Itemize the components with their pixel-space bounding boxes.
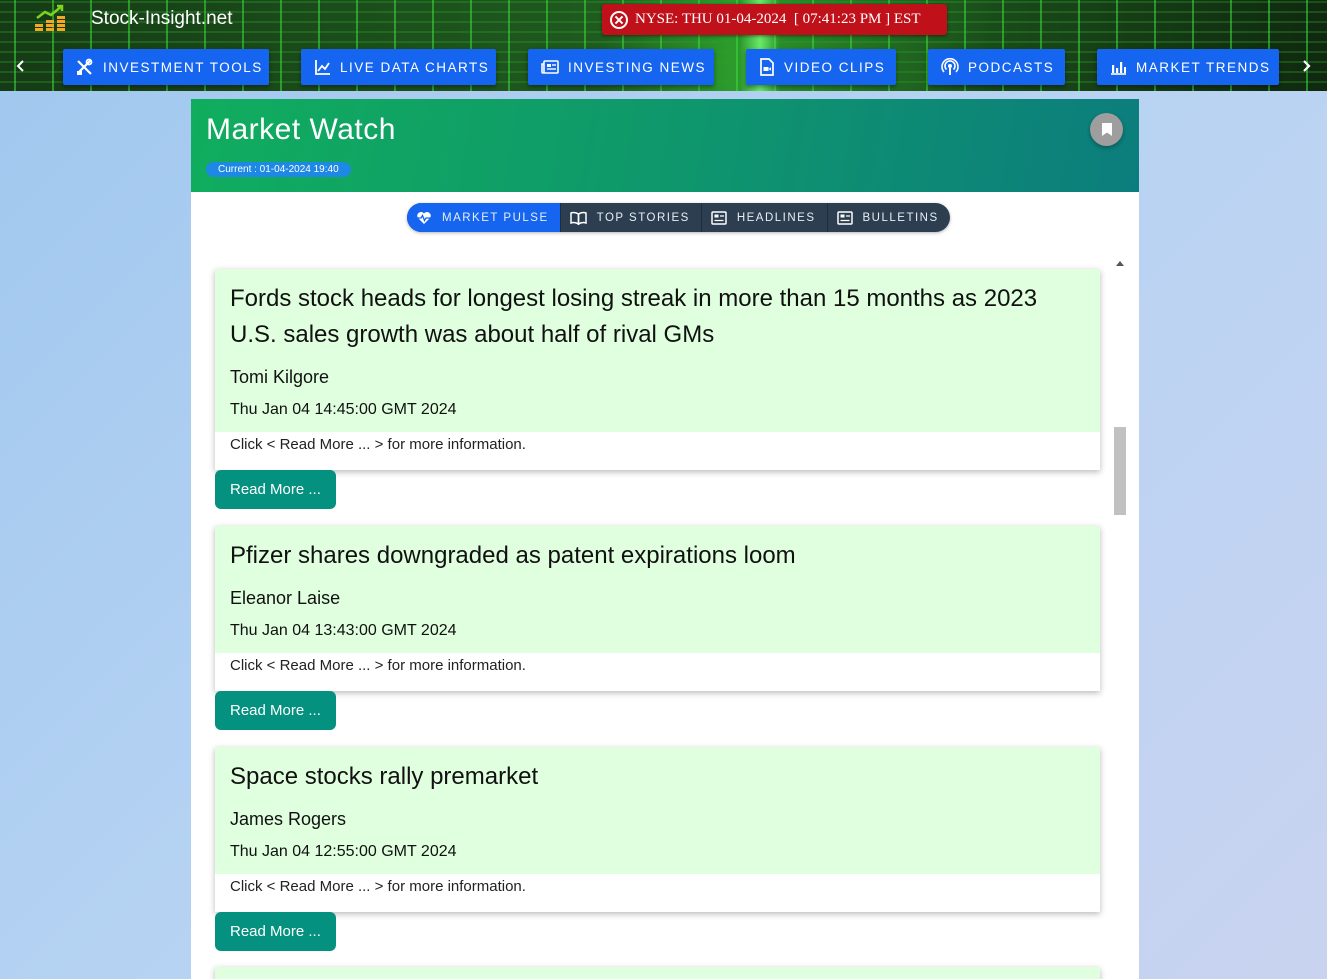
- current-timestamp-badge: Current : 01-04-2024 19:40: [206, 162, 351, 177]
- book-open-icon: [569, 211, 587, 225]
- top-bar: Stock-Insight.net NYSE: THU 01-04-2024 […: [0, 0, 1327, 91]
- nav-video-clips[interactable]: VIDEO CLIPS: [746, 49, 896, 85]
- news-card: Fords stock heads for longest losing str…: [215, 269, 1100, 470]
- card-header: Market Watch Current : 01-04-2024 19:40: [191, 99, 1139, 192]
- read-more-button[interactable]: Read More ...: [215, 691, 336, 730]
- tools-icon: [77, 58, 93, 75]
- tab-label: MARKET PULSE: [442, 211, 549, 224]
- news-title: Pfizer shares downgraded as patent expir…: [230, 542, 796, 569]
- article-icon: [711, 210, 727, 225]
- nav-label: INVESTING NEWS: [568, 59, 707, 75]
- bookmark-button[interactable]: [1090, 113, 1123, 146]
- bookmark-icon: [1101, 123, 1112, 136]
- news-title: Space stocks rally premarket: [230, 763, 539, 790]
- news-note: Click < Read More ... > for more informa…: [215, 653, 1100, 691]
- news-author: Tomi Kilgore: [230, 367, 330, 387]
- tab-label: TOP STORIES: [596, 211, 690, 224]
- tab-bulletins[interactable]: BULLETINS: [828, 203, 950, 232]
- scroll-up-arrow-icon[interactable]: [1116, 261, 1124, 266]
- brand-name[interactable]: Stock-Insight.net: [91, 8, 233, 30]
- news-tabs: MARKET PULSE TOP STORIES HEADLINES BULLE…: [407, 203, 950, 232]
- news-item-partial: [215, 967, 1100, 979]
- read-more-button[interactable]: Read More ...: [215, 912, 336, 951]
- read-more-button[interactable]: Read More ...: [215, 470, 336, 509]
- market-closed-icon: [610, 10, 628, 29]
- nav-label: PODCASTS: [968, 59, 1055, 75]
- news-date: Thu Jan 04 14:45:00 GMT 2024: [230, 401, 457, 418]
- market-clock: NYSE: THU 01-04-2024 [ 07:41:23 PM ] EST: [602, 4, 947, 35]
- news-card: Pfizer shares downgraded as patent expir…: [215, 526, 1100, 691]
- nav-live-data-charts[interactable]: LIVE DATA CHARTS: [301, 49, 496, 85]
- line-chart-icon: [315, 59, 330, 75]
- nav-label: MARKET TRENDS: [1136, 59, 1271, 75]
- tab-label: HEADLINES: [736, 211, 816, 224]
- news-card: Space stocks rally premarket James Roger…: [215, 747, 1100, 912]
- news-date: Thu Jan 04 12:55:00 GMT 2024: [230, 843, 457, 860]
- bar-chart-icon: [1111, 62, 1126, 75]
- clock-text: NYSE: THU 01-04-2024 [ 07:41:23 PM ] EST: [635, 11, 921, 27]
- news-item: Fords stock heads for longest losing str…: [215, 269, 1100, 509]
- nav-investment-tools[interactable]: INVESTMENT TOOLS: [63, 49, 269, 85]
- nav-podcasts[interactable]: PODCASTS: [928, 49, 1065, 85]
- nav-next-arrow-icon[interactable]: [1300, 58, 1314, 74]
- tab-top-stories[interactable]: TOP STORIES: [561, 203, 702, 232]
- news-title: Fords stock heads for longest losing str…: [230, 285, 1038, 348]
- heart-pulse-icon: [417, 211, 431, 224]
- nav-label: LIVE DATA CHARTS: [340, 59, 490, 75]
- nav-label: VIDEO CLIPS: [784, 59, 886, 75]
- nav-market-trends[interactable]: MARKET TRENDS: [1097, 49, 1279, 85]
- news-card: [215, 967, 1100, 979]
- video-file-icon: [760, 58, 774, 76]
- tab-market-pulse[interactable]: MARKET PULSE: [407, 203, 561, 232]
- scroll-thumb[interactable]: [1114, 427, 1126, 515]
- news-note: Click < Read More ... > for more informa…: [215, 874, 1100, 912]
- news-author: James Rogers: [230, 809, 347, 829]
- nav-investing-news[interactable]: INVESTING NEWS: [528, 49, 714, 85]
- news-note: Click < Read More ... > for more informa…: [215, 432, 1100, 470]
- news-date: Thu Jan 04 13:43:00 GMT 2024: [230, 622, 457, 639]
- nav-prev-arrow-icon[interactable]: [13, 58, 27, 74]
- newspaper-icon: [541, 60, 559, 74]
- tab-headlines[interactable]: HEADLINES: [702, 203, 828, 232]
- tab-label: BULLETINS: [862, 211, 939, 224]
- news-list-scrollbar[interactable]: [1113, 257, 1127, 979]
- article-icon: [836, 210, 853, 225]
- news-item: Space stocks rally premarket James Roger…: [215, 747, 1100, 951]
- stock-logo-icon[interactable]: [34, 4, 68, 34]
- news-item: Pfizer shares downgraded as patent expir…: [215, 526, 1100, 730]
- nav-label: INVESTMENT TOOLS: [103, 59, 263, 75]
- podcast-icon: [941, 58, 959, 75]
- market-watch-card: Market Watch Current : 01-04-2024 19:40 …: [191, 99, 1139, 979]
- news-list[interactable]: Fords stock heads for longest losing str…: [203, 257, 1127, 979]
- card-title: Market Watch: [206, 113, 396, 146]
- news-author: Eleanor Laise: [230, 588, 341, 608]
